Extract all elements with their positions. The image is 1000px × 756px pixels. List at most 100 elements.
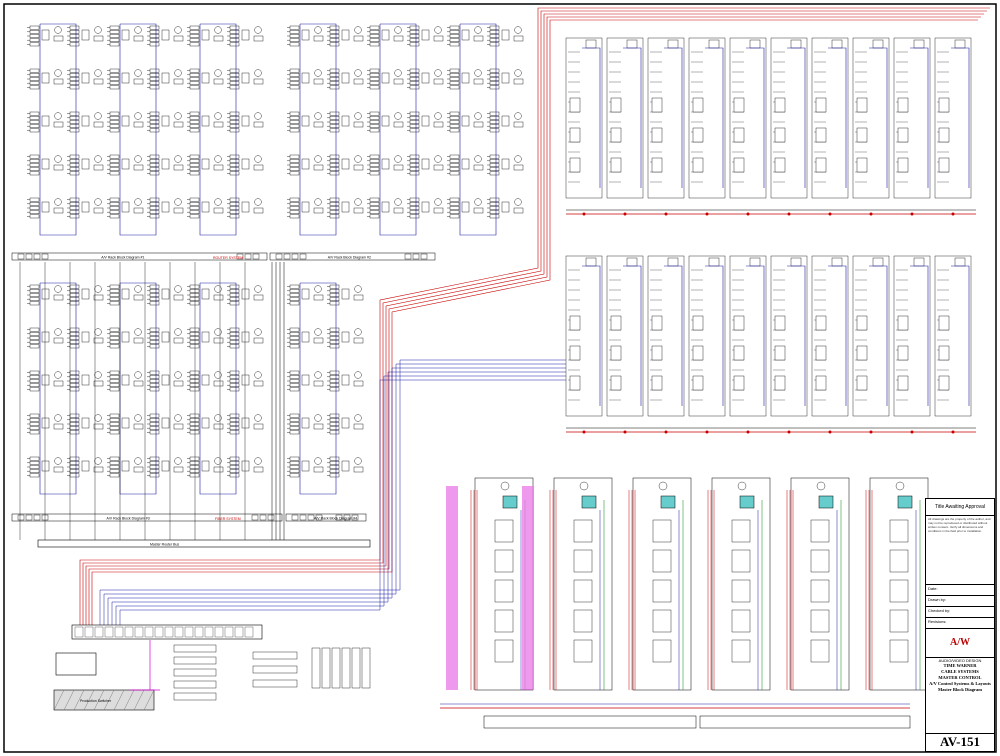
rack-unit — [369, 42, 380, 47]
rack-module — [107, 111, 144, 133]
device-tag-box — [313, 164, 324, 171]
device-tag-circle — [94, 371, 102, 379]
connector-block — [275, 253, 283, 260]
rack-unit — [109, 124, 120, 128]
rack-module — [327, 284, 364, 306]
blue-signal-path — [869, 47, 888, 188]
connector-block — [420, 253, 428, 260]
device-tag-box — [213, 294, 224, 301]
rack-unit — [109, 214, 120, 219]
rack-unit — [329, 81, 340, 85]
rack-device — [301, 201, 310, 213]
device-tag-circle — [94, 328, 102, 336]
panel-module — [610, 315, 622, 331]
device-tag-box — [473, 35, 484, 42]
rack-unit — [489, 171, 500, 176]
rack-unit — [409, 30, 420, 34]
router-port — [74, 626, 84, 638]
panel-tag — [585, 257, 597, 267]
rack-device — [41, 201, 50, 213]
device-tag-circle — [214, 371, 222, 379]
control-module — [810, 579, 830, 603]
rack-device — [341, 29, 350, 41]
rack-device — [161, 331, 170, 343]
rack-unit — [289, 297, 300, 302]
rack-unit — [189, 327, 200, 332]
rack-unit — [289, 293, 300, 297]
device-tag-circle — [514, 69, 522, 77]
rack-unit — [29, 418, 40, 422]
rack-module — [367, 25, 404, 47]
rack-unit — [489, 38, 500, 42]
device-tag-circle — [94, 69, 102, 77]
panel-module — [856, 315, 868, 331]
blue-signal-path — [828, 265, 847, 406]
rack-unit — [109, 327, 120, 332]
device-tag-circle — [394, 112, 402, 120]
rack-module — [187, 25, 224, 47]
panel-tag — [954, 257, 966, 267]
rack-module — [147, 68, 184, 90]
rack-device — [301, 331, 310, 343]
rack-module — [187, 456, 224, 478]
rack-unit — [229, 413, 240, 418]
panel-tag — [708, 39, 720, 49]
label-bar-group-a-label: A/V Rack Block Diagram #1 — [101, 256, 144, 260]
device-tag-box — [53, 294, 64, 301]
rack-unit — [289, 171, 300, 176]
patch-strip — [361, 647, 371, 689]
rack-unit — [289, 154, 300, 159]
device-tag-circle — [214, 69, 222, 77]
panel-module — [651, 157, 663, 173]
device-tag-box — [253, 164, 264, 171]
rack-unit — [189, 301, 200, 306]
rack-module — [147, 370, 184, 392]
control-module — [889, 549, 909, 573]
rack-module — [447, 197, 484, 219]
rack-unit — [329, 370, 340, 375]
rack-unit — [189, 456, 200, 461]
rack-device — [341, 115, 350, 127]
device-tag-box — [133, 207, 144, 214]
rack-unit — [189, 81, 200, 85]
rack-unit — [149, 430, 160, 435]
rack-unit — [109, 293, 120, 297]
rack-unit — [289, 38, 300, 42]
device-tag-box — [53, 164, 64, 171]
device-tag-box — [353, 423, 364, 430]
rack-device — [201, 115, 210, 127]
rack-unit — [149, 301, 160, 306]
title-block-notes: All drawings are the property of the aut… — [926, 516, 994, 585]
rack-unit — [409, 197, 420, 202]
rack-unit — [229, 293, 240, 297]
panel-tag — [872, 257, 884, 267]
rack-unit — [29, 426, 40, 431]
device-tag-box — [353, 78, 364, 85]
panel-module — [938, 97, 950, 113]
device-tag-circle — [314, 155, 322, 163]
rack-device — [81, 288, 90, 300]
blue-signal-path — [910, 47, 929, 188]
device-tag-circle — [134, 198, 142, 206]
device-tag-circle — [434, 155, 442, 163]
rack-unit — [229, 370, 240, 375]
device-tag-circle — [134, 69, 142, 77]
rack-unit — [409, 72, 420, 77]
rack-unit — [109, 344, 120, 349]
device-tag-circle — [214, 285, 222, 293]
rack-unit — [189, 379, 200, 383]
blue-signal-path — [746, 47, 765, 188]
rack-module — [287, 370, 324, 392]
rack-unit — [69, 297, 80, 302]
device-tag-box — [93, 35, 104, 42]
rack-unit — [69, 201, 80, 206]
red-node — [828, 430, 832, 434]
rack-unit — [69, 387, 80, 392]
rack-device — [241, 201, 250, 213]
device-tag-box — [93, 466, 104, 473]
rack-unit — [149, 469, 160, 474]
rack-unit — [409, 68, 420, 73]
rack-unit — [449, 214, 460, 219]
rack-unit — [69, 301, 80, 306]
rack-unit — [29, 171, 40, 176]
